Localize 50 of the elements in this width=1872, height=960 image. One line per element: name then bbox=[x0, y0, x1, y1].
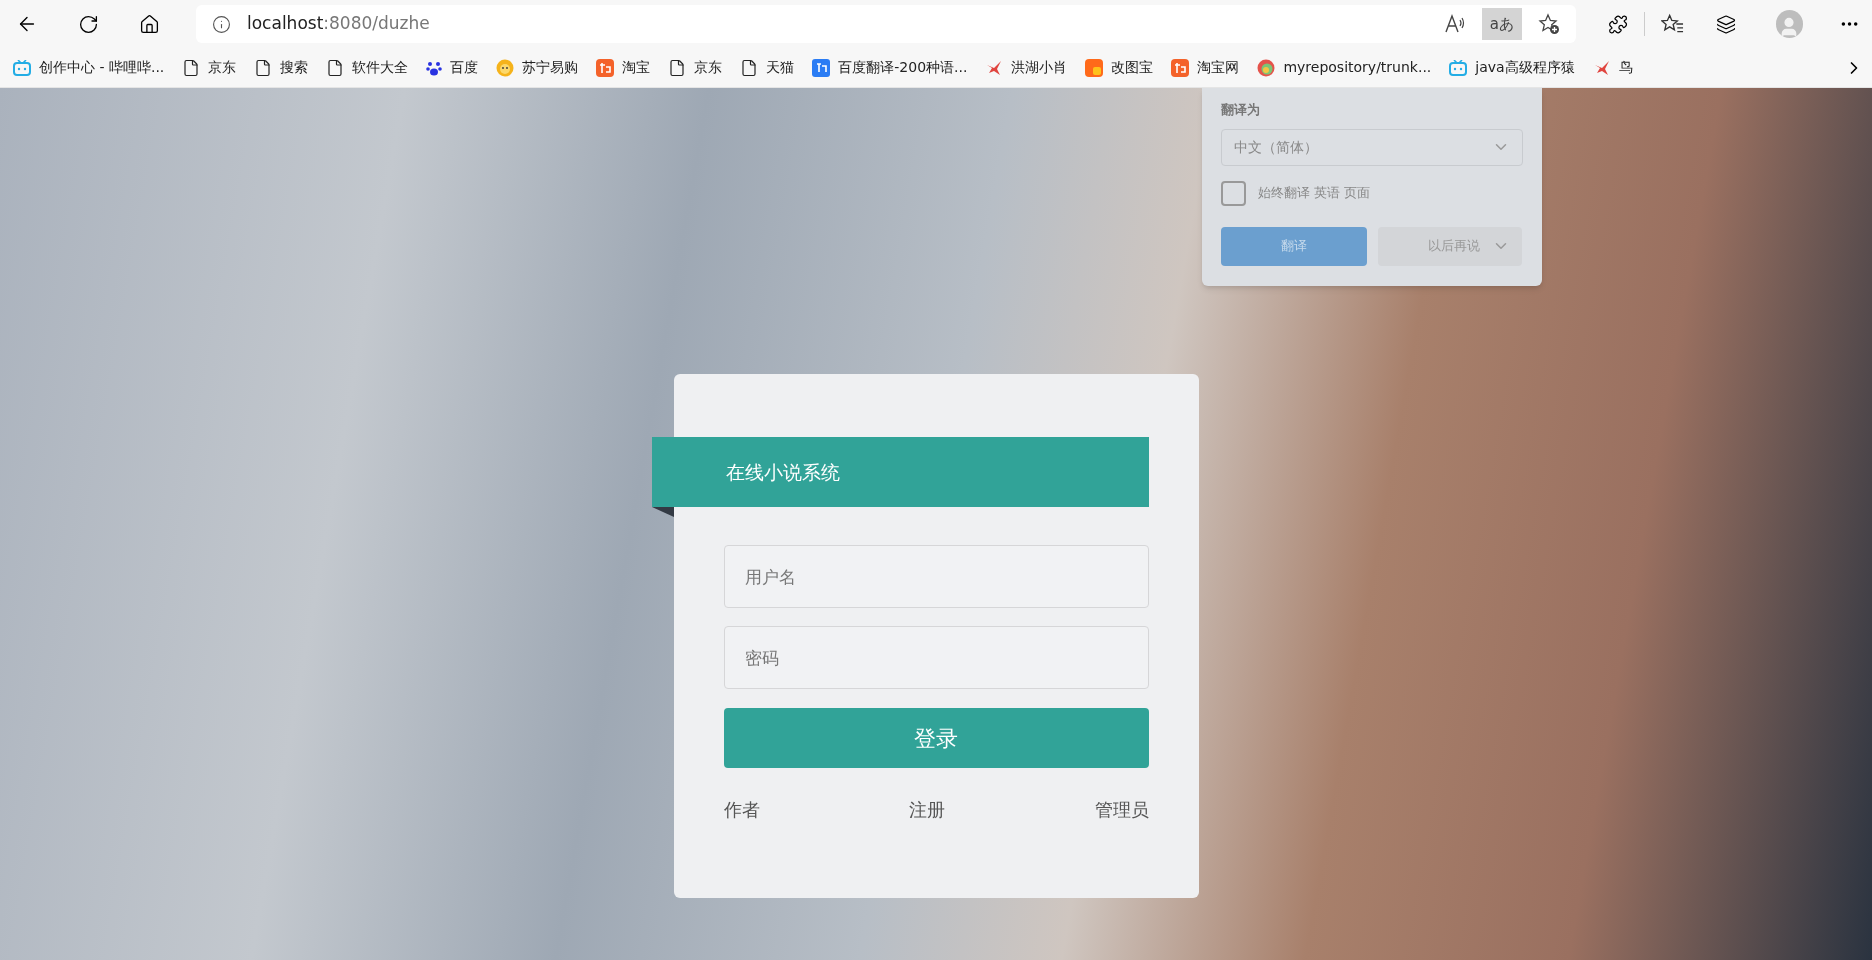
home-icon bbox=[139, 13, 160, 35]
collections-icon[interactable] bbox=[1715, 13, 1737, 35]
star-plus-icon[interactable] bbox=[1537, 13, 1560, 35]
tag-icon bbox=[596, 58, 615, 77]
page-icon bbox=[668, 58, 687, 77]
bookmark-item[interactable]: 淘宝 bbox=[587, 51, 660, 84]
system-title: 在线小说系统 bbox=[725, 459, 840, 485]
translate-app-icon bbox=[812, 58, 831, 77]
page-icon bbox=[254, 58, 273, 77]
link[interactable]: 管理员 bbox=[1094, 796, 1149, 823]
tv-icon bbox=[1449, 59, 1468, 76]
bookmark-item[interactable]: 淘宝网 bbox=[1162, 51, 1249, 84]
address-text: localhost:8080/duzhe bbox=[247, 12, 430, 36]
info-icon bbox=[212, 14, 231, 34]
bookmark-item[interactable]: 百度 bbox=[417, 51, 488, 84]
page-icon bbox=[740, 58, 759, 77]
always-translate-label: 始终翻译 英语 页面 bbox=[1258, 184, 1371, 203]
bookmark-item[interactable]: 苏宁易购 bbox=[487, 51, 588, 84]
tag-icon bbox=[1171, 58, 1190, 77]
read-aloud-icon[interactable] bbox=[1443, 14, 1466, 34]
favorites-icon[interactable] bbox=[1660, 13, 1684, 35]
page-icon bbox=[326, 58, 345, 77]
bookmark-item[interactable]: 创作中心 - 哔哩哔... bbox=[4, 51, 174, 84]
translate-button[interactable]: aあ bbox=[1481, 8, 1522, 40]
password-field[interactable]: 密码 bbox=[723, 626, 1149, 689]
bookmark-item[interactable]: 搜索 bbox=[245, 51, 318, 84]
address-bar[interactable]: localhost:8080/duzhe aあ bbox=[196, 5, 1576, 43]
bookmark-item[interactable]: 洪湖小肖 bbox=[976, 51, 1077, 84]
bookmark-item[interactable]: java高级程序猿 bbox=[1440, 51, 1584, 84]
bookmark-item[interactable]: 天猫 bbox=[731, 51, 804, 84]
bookmark-item[interactable]: 鸟 bbox=[1583, 51, 1642, 84]
username-field[interactable]: 用户名 bbox=[723, 545, 1149, 608]
sun-icon bbox=[496, 58, 515, 77]
bookmark-item[interactable]: 京东 bbox=[659, 51, 732, 84]
bookmark-item[interactable]: 软件大全 bbox=[317, 51, 418, 84]
checkbox[interactable] bbox=[1221, 180, 1246, 206]
bookmark-item[interactable]: myrepository/trunk... bbox=[1248, 51, 1441, 84]
paw-icon bbox=[426, 59, 443, 76]
colorful-circle-icon bbox=[1257, 58, 1276, 77]
bookmark-item[interactable]: 百度翻译-200种语... bbox=[803, 51, 977, 84]
square-icon bbox=[1085, 58, 1104, 77]
link[interactable]: 注册 bbox=[909, 796, 945, 823]
refresh-icon bbox=[78, 13, 99, 35]
extensions-icon[interactable] bbox=[1607, 13, 1628, 35]
bookmark-item[interactable]: 改图宝 bbox=[1076, 51, 1163, 84]
bookmark-item[interactable]: 京东 bbox=[173, 51, 246, 84]
tv-icon bbox=[13, 59, 31, 76]
link[interactable]: 作者 bbox=[723, 796, 760, 823]
translate-to-label: 翻译为 bbox=[1221, 101, 1261, 119]
page-icon bbox=[182, 58, 201, 77]
